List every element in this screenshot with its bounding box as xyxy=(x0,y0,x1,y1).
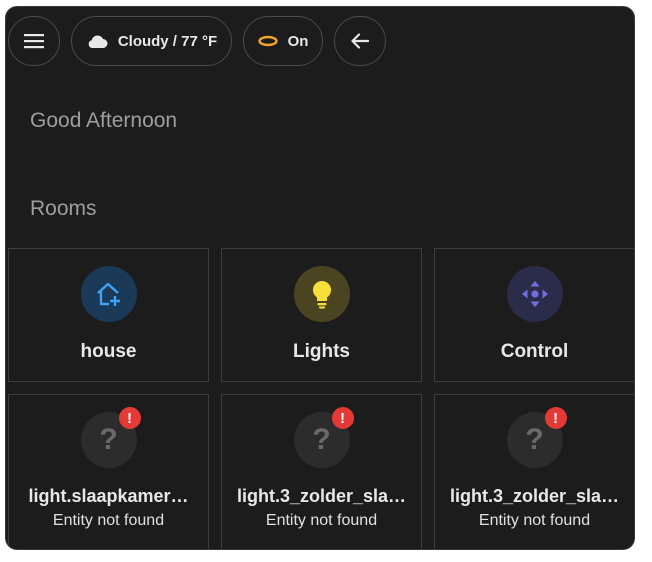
lightbulb-icon xyxy=(293,266,350,322)
back-button[interactable] xyxy=(334,16,386,66)
entity-label: light.3_zolder_sla… xyxy=(236,486,407,506)
room-label: house xyxy=(80,341,137,362)
move-arrows-icon xyxy=(506,266,563,322)
home-plus-icon xyxy=(80,266,137,322)
entity-card-zolder-1[interactable]: ? ! light.3_zolder_sla… Entity not found xyxy=(221,394,422,549)
cloud-icon xyxy=(86,33,108,49)
light-status-label: On xyxy=(287,32,309,50)
room-card-control[interactable]: Control xyxy=(434,248,634,382)
dashboard-panel: Cloudy / 77 °F On Good Afternoon Rooms h… xyxy=(5,6,635,550)
rooms-heading: Rooms xyxy=(30,197,97,220)
room-label: Control xyxy=(500,341,569,362)
error-alert-icon: ! xyxy=(118,407,141,429)
greeting-heading: Good Afternoon xyxy=(30,109,178,132)
entity-card-slaapkamer[interactable]: ? ! light.slaapkamer… Entity not found xyxy=(8,394,209,549)
hamburger-menu-icon xyxy=(24,33,44,49)
entity-status: Entity not found xyxy=(52,512,165,529)
arrow-left-icon xyxy=(351,33,369,49)
entity-label: light.slaapkamer… xyxy=(28,486,189,506)
light-status-chip[interactable]: On xyxy=(243,16,323,66)
room-card-house[interactable]: house xyxy=(8,248,209,382)
weather-label: Cloudy / 77 °F xyxy=(117,32,218,50)
ceiling-light-icon xyxy=(257,35,278,47)
menu-button[interactable] xyxy=(8,16,60,66)
room-card-lights[interactable]: Lights xyxy=(221,248,422,382)
entity-label: light.3_zolder_sla… xyxy=(449,486,620,506)
entity-card-zolder-2[interactable]: ? ! light.3_zolder_sla… Entity not found xyxy=(434,394,634,549)
weather-chip[interactable]: Cloudy / 77 °F xyxy=(71,16,232,66)
entity-status: Entity not found xyxy=(478,512,591,529)
error-alert-icon: ! xyxy=(331,407,354,429)
entity-status: Entity not found xyxy=(265,512,378,529)
error-alert-icon: ! xyxy=(544,407,567,429)
room-label: Lights xyxy=(293,341,350,362)
